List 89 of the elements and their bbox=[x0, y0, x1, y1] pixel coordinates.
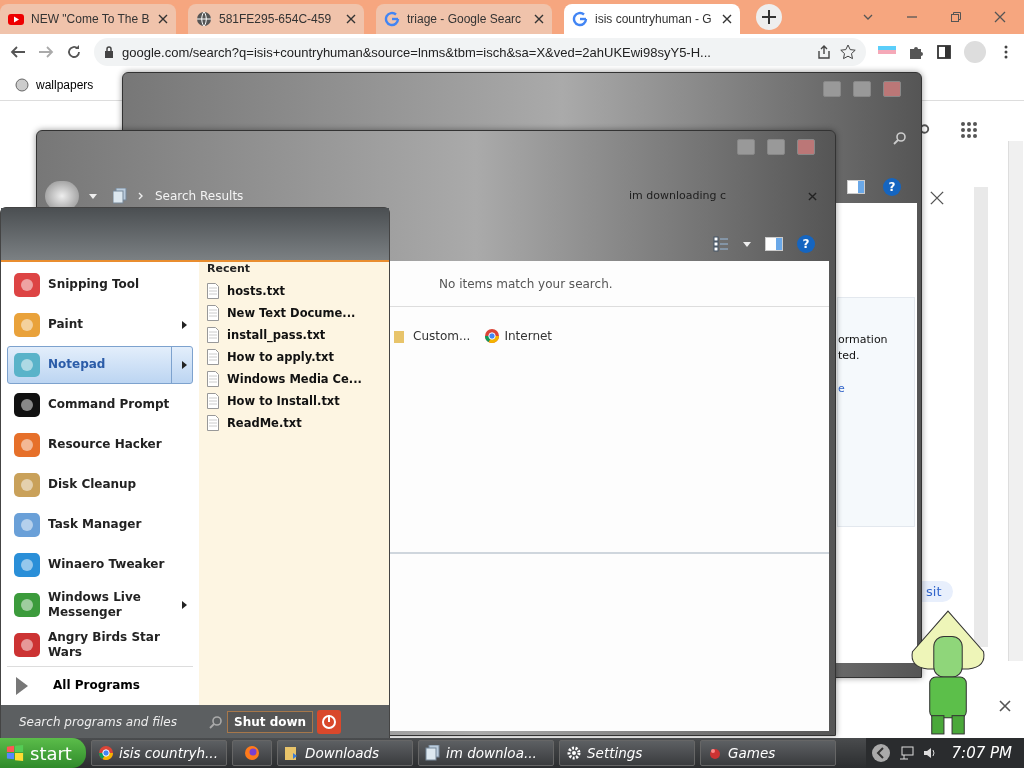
program-item[interactable]: Disk Cleanup bbox=[7, 465, 193, 504]
chevron-icon bbox=[137, 192, 145, 200]
play-icon bbox=[8, 11, 24, 27]
shut-down-button[interactable]: Shut down bbox=[227, 710, 314, 733]
taskbar-button[interactable]: isis countryh... bbox=[91, 740, 227, 766]
browser-tab[interactable]: isis countryhuman - G bbox=[564, 4, 740, 34]
document-icon bbox=[207, 326, 219, 343]
program-item[interactable]: Winaero Tweaker bbox=[7, 545, 193, 584]
search-icon[interactable] bbox=[893, 131, 907, 145]
submenu-arrow-icon[interactable] bbox=[180, 360, 188, 369]
document-icon bbox=[207, 392, 219, 409]
program-item[interactable]: Task Manager bbox=[7, 505, 193, 544]
windows-logo-icon bbox=[6, 744, 24, 762]
g-icon bbox=[384, 11, 400, 27]
speaker-icon[interactable] bbox=[921, 745, 938, 761]
network-icon[interactable] bbox=[897, 745, 914, 761]
new-tab-button[interactable] bbox=[756, 4, 782, 30]
chevron-left-icon[interactable] bbox=[871, 744, 890, 762]
submenu-arrow-icon[interactable] bbox=[180, 600, 188, 609]
taskbar-button[interactable] bbox=[232, 740, 272, 766]
taskbar-button[interactable]: Games bbox=[700, 740, 836, 766]
lock-icon bbox=[104, 46, 114, 58]
chrome-icon bbox=[98, 745, 114, 761]
caret-icon[interactable] bbox=[743, 240, 751, 248]
program-item[interactable]: Resource Hacker bbox=[7, 425, 193, 464]
taskbar-button[interactable]: Downloads bbox=[277, 740, 413, 766]
help-button[interactable]: ? bbox=[797, 235, 815, 253]
link-button[interactable]: sit bbox=[922, 581, 954, 602]
browser-tab[interactable]: NEW "Come To The B bbox=[0, 4, 176, 34]
close-icon[interactable] bbox=[346, 14, 356, 24]
recent-file[interactable]: ReadMe.txt bbox=[207, 411, 385, 434]
documents-icon bbox=[113, 188, 127, 204]
document-icon bbox=[207, 348, 219, 365]
close-icon[interactable] bbox=[930, 191, 944, 205]
search-icon bbox=[209, 714, 223, 729]
recent-file[interactable]: hosts.txt bbox=[207, 279, 385, 302]
search-location[interactable]: Internet bbox=[484, 327, 553, 345]
globe-icon bbox=[196, 11, 212, 27]
bookmark[interactable]: wallpapers bbox=[14, 77, 94, 93]
help-button[interactable]: ? bbox=[883, 178, 901, 196]
taskbar-button[interactable]: Settings bbox=[559, 740, 695, 766]
program-item[interactable]: Paint bbox=[7, 305, 193, 344]
caret-icon[interactable] bbox=[89, 192, 97, 200]
address-field[interactable]: google.com/search?q=isis+countryhuman&source=lnms&tbm=isch&sa=X&ved=2ahUKEwi98syY5-H... bbox=[94, 38, 866, 66]
apps-grid-icon[interactable] bbox=[960, 121, 978, 139]
close-icon[interactable] bbox=[722, 14, 732, 24]
document-icon bbox=[207, 370, 219, 387]
program-item[interactable]: Angry Birds Star Wars bbox=[7, 625, 193, 664]
chrome-icon bbox=[484, 328, 501, 344]
browser-tab[interactable]: 581FE295-654C-459 bbox=[188, 4, 364, 34]
reload-icon[interactable] bbox=[66, 44, 82, 60]
firefox-icon bbox=[244, 745, 260, 761]
section-heading: Recent bbox=[207, 261, 251, 277]
recent-file[interactable]: How to Install.txt bbox=[207, 389, 385, 412]
g-icon bbox=[572, 11, 588, 27]
scrollbar[interactable] bbox=[974, 187, 988, 647]
link[interactable]: e bbox=[838, 382, 845, 395]
document-icon bbox=[207, 304, 219, 321]
document-icon bbox=[207, 414, 219, 431]
program-item[interactable]: Windows Live Messenger bbox=[7, 585, 193, 624]
card-text: ormation ted. bbox=[838, 332, 888, 364]
search-field[interactable]: im downloading c bbox=[629, 189, 726, 202]
recent-file[interactable]: How to apply.txt bbox=[207, 345, 385, 368]
power-icon[interactable] bbox=[317, 709, 342, 734]
recent-file[interactable]: Windows Media Ce... bbox=[207, 367, 385, 390]
browser-tab[interactable]: triage - Google Searc bbox=[376, 4, 552, 34]
search-location[interactable]: Custom... bbox=[393, 327, 471, 345]
program-item[interactable]: Command Prompt bbox=[7, 385, 193, 424]
taskbar-button[interactable]: im downloa... bbox=[418, 740, 554, 766]
document-icon bbox=[207, 282, 219, 299]
search-field[interactable]: Search programs and files bbox=[17, 713, 223, 730]
play-icon bbox=[15, 675, 29, 696]
globe-icon bbox=[14, 77, 30, 93]
program-item[interactable]: Notepad bbox=[7, 345, 193, 384]
back-arrow-icon[interactable] bbox=[10, 44, 26, 60]
scrollbar[interactable] bbox=[1008, 141, 1023, 661]
star-icon[interactable] bbox=[840, 44, 856, 60]
submenu-arrow-icon[interactable] bbox=[180, 320, 188, 329]
restore-icon[interactable] bbox=[950, 11, 962, 23]
puzzle-icon[interactable] bbox=[908, 44, 924, 60]
sidebar-icon[interactable] bbox=[936, 44, 952, 60]
close-icon[interactable] bbox=[534, 14, 544, 24]
documents-icon bbox=[425, 745, 441, 761]
share-icon[interactable] bbox=[816, 44, 832, 60]
close-icon[interactable] bbox=[999, 700, 1011, 712]
recent-file[interactable]: install_pass.txt bbox=[207, 323, 385, 346]
close-icon[interactable] bbox=[158, 14, 168, 24]
all-programs-item[interactable]: All Programs bbox=[7, 665, 193, 705]
view-options-icon[interactable] bbox=[713, 236, 729, 252]
